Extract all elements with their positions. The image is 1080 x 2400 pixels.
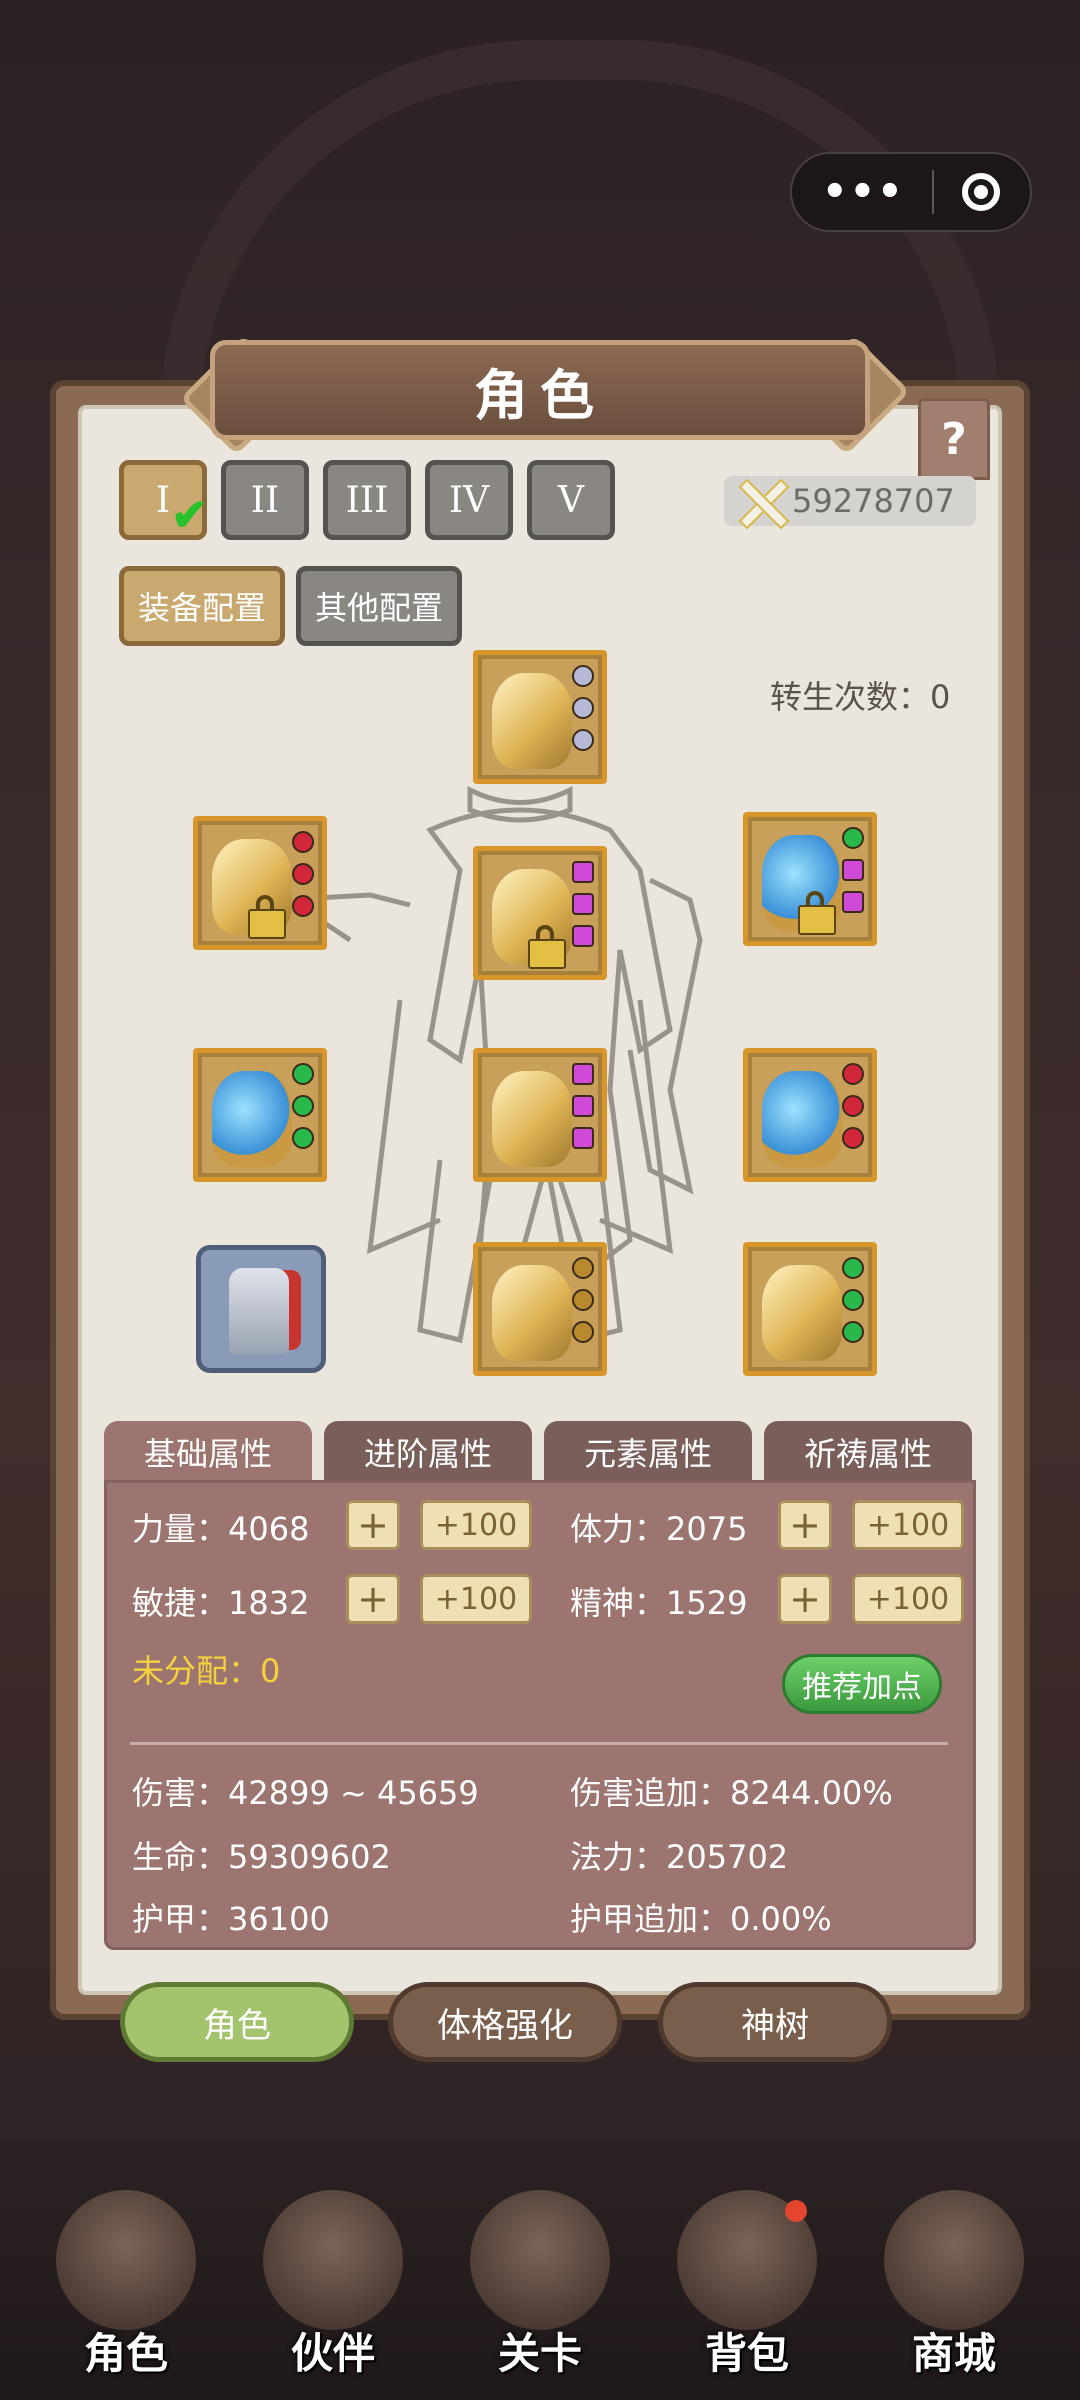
help-button[interactable]: ? (918, 398, 990, 480)
slot-chest[interactable] (473, 846, 607, 980)
gem-sockets (292, 831, 316, 917)
notification-dot (785, 2200, 807, 2222)
skull-gate-icon (470, 2190, 610, 2330)
gem-sockets (842, 1063, 866, 1149)
stamina-plus-button[interactable]: + (778, 1500, 832, 1550)
stat-damage-bonus: 伤害追加：8244.00% (570, 1774, 893, 1812)
tab-basic-attributes[interactable]: 基础属性 (104, 1421, 312, 1483)
nav-backpack[interactable]: 背包 (657, 2170, 837, 2390)
slot-amulet[interactable] (743, 1242, 877, 1376)
preset-tab-label: IV (448, 479, 490, 521)
knight-helmet-icon (263, 2190, 403, 2330)
strength-plus-button[interactable]: + (346, 1500, 400, 1550)
panel-title-banner: 角色 (210, 340, 870, 440)
combat-power: 59278707 (724, 476, 976, 530)
nav-partner[interactable]: 伙伴 (243, 2170, 423, 2390)
stat-damage: 伤害：42899 ~ 45659 (132, 1774, 479, 1812)
strength-plus100-button[interactable]: +100 (420, 1500, 532, 1550)
stamina-plus100-button[interactable]: +100 (852, 1500, 964, 1550)
gem-sockets (292, 1063, 316, 1149)
preset-tab-2[interactable]: II (221, 460, 309, 540)
hero-portrait-icon (56, 2190, 196, 2330)
agility-plus-button[interactable]: + (346, 1574, 400, 1624)
crossed-swords-icon (732, 476, 790, 530)
wings-icon (762, 1071, 842, 1167)
gem-sockets (842, 827, 866, 913)
tab-prayer-attributes[interactable]: 祈祷属性 (764, 1421, 972, 1483)
gem-sockets (572, 1257, 596, 1343)
tab-element-attributes[interactable]: 元素属性 (544, 1421, 752, 1483)
slot-gloves[interactable] (193, 1048, 327, 1182)
gauntlet-icon (212, 1071, 292, 1167)
stat-life: 生命：59309602 (132, 1838, 391, 1876)
slot-weapon[interactable] (193, 816, 327, 950)
preset-tab-label: I (155, 479, 171, 521)
slot-boots[interactable] (473, 1242, 607, 1376)
target-circle-icon[interactable] (961, 173, 1000, 211)
nav-label: 关卡 (497, 2329, 582, 2378)
panel-title: 角色 (474, 363, 606, 427)
lock-icon (528, 925, 566, 969)
preset-tab-label: III (345, 479, 389, 521)
nav-label: 背包 (704, 2329, 789, 2378)
slot-belt[interactable] (473, 1048, 607, 1182)
stat-stamina: 体力：2075 (570, 1510, 748, 1548)
attribute-divider (130, 1742, 948, 1745)
spirit-plus100-button[interactable]: +100 (852, 1574, 964, 1624)
preset-tab-5[interactable]: V (527, 460, 615, 540)
nav-character[interactable]: 角色 (36, 2170, 216, 2390)
preset-tab-1[interactable]: I ✔ (119, 460, 208, 541)
stat-strength: 力量：4068 (132, 1510, 310, 1548)
slot-helmet[interactable] (473, 650, 607, 784)
plate-armor-icon (229, 1268, 289, 1354)
gem-sockets (572, 1063, 596, 1149)
spirit-plus-button[interactable]: + (778, 1574, 832, 1624)
recommend-points-button[interactable]: 推荐加点 (782, 1654, 942, 1714)
belt-icon (492, 1071, 572, 1167)
stat-agility: 敏捷：1832 (132, 1584, 310, 1622)
preset-tab-4[interactable]: IV (425, 460, 513, 540)
stat-armor: 护甲：36100 (132, 1900, 330, 1938)
nav-shop[interactable]: 商城 (864, 2170, 1044, 2390)
lock-icon (798, 891, 836, 935)
helmet-icon (492, 673, 572, 769)
background-floor (0, 2060, 1080, 2140)
gem-sockets (572, 861, 596, 947)
agility-plus100-button[interactable]: +100 (420, 1574, 532, 1624)
boots-icon (492, 1265, 572, 1361)
nav-label: 角色 (83, 2329, 168, 2378)
stat-mana: 法力：205702 (570, 1838, 789, 1876)
attribute-panel (104, 1480, 976, 1950)
rebirth-count: 转生次数：0 (770, 678, 951, 716)
subtab-character[interactable]: 角色 (120, 1982, 354, 2062)
stat-spirit: 精神：1529 (570, 1584, 748, 1622)
combat-power-value: 59278707 (792, 482, 955, 520)
tab-advanced-attributes[interactable]: 进阶属性 (324, 1421, 532, 1483)
gem-sockets (572, 665, 596, 751)
nav-label: 商城 (911, 2329, 996, 2378)
unallocated-points: 未分配：0 (132, 1652, 281, 1690)
amulet-icon (762, 1265, 842, 1361)
preset-tab-3[interactable]: III (323, 460, 411, 540)
slot-fashion[interactable] (196, 1245, 326, 1373)
subtab-divine-tree[interactable]: 神树 (658, 1982, 892, 2062)
lock-icon (248, 895, 286, 939)
preset-tab-label: V (558, 479, 584, 521)
stat-armor-bonus: 护甲追加：0.00% (570, 1900, 832, 1938)
nav-stage[interactable]: 关卡 (450, 2170, 630, 2390)
slot-offhand[interactable] (743, 812, 877, 946)
gem-sockets (842, 1257, 866, 1343)
more-dots-icon[interactable]: ••• (822, 172, 905, 212)
nav-label: 伙伴 (290, 2329, 375, 2378)
subtab-physique[interactable]: 体格强化 (388, 1982, 622, 2062)
miniprogram-capsule: ••• (790, 152, 1032, 232)
equipment-config-button[interactable]: 装备配置 (119, 566, 285, 646)
check-icon: ✔ (171, 490, 208, 541)
other-config-button[interactable]: 其他配置 (296, 566, 462, 646)
slot-wings[interactable] (743, 1048, 877, 1182)
shop-stall-icon (884, 2190, 1024, 2330)
preset-tab-label: II (250, 479, 280, 521)
capsule-divider (932, 170, 935, 214)
